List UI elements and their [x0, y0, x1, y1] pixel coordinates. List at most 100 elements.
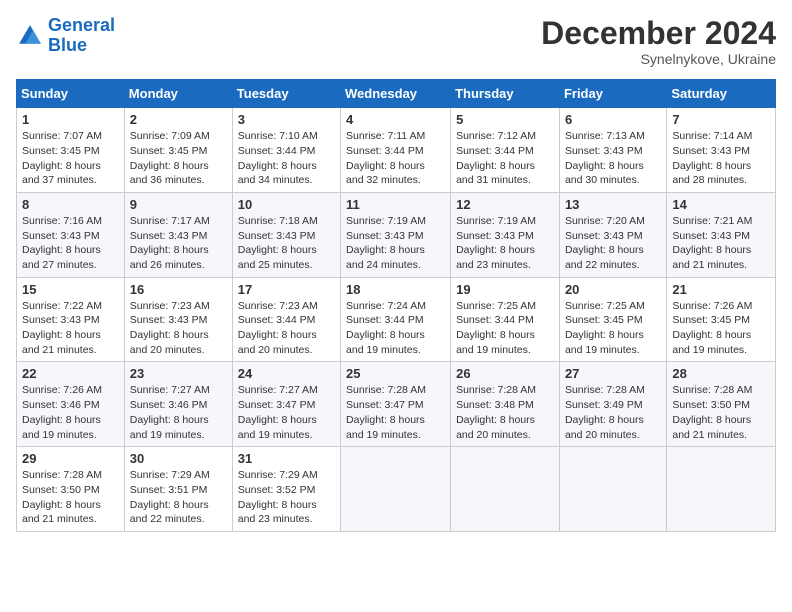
day-number: 10 [238, 197, 335, 212]
calendar-cell: 17Sunrise: 7:23 AMSunset: 3:44 PMDayligh… [232, 277, 340, 362]
day-number: 19 [456, 282, 554, 297]
calendar-cell [667, 447, 776, 532]
calendar-cell: 30 Sunrise: 7:29 AMSunset: 3:51 PMDayligh… [124, 447, 232, 532]
day-info: Sunrise: 7:27 AMSunset: 3:46 PMDaylight:… [130, 383, 227, 442]
calendar-cell: 18Sunrise: 7:24 AMSunset: 3:44 PMDayligh… [341, 277, 451, 362]
calendar-week-row: 8 Sunrise: 7:16 AMSunset: 3:43 PMDaylight… [17, 192, 776, 277]
calendar-cell: 22 Sunrise: 7:26 AMSunset: 3:46 PMDayligh… [17, 362, 125, 447]
day-info: Sunrise: 7:26 AMSunset: 3:45 PMDaylight:… [672, 299, 770, 358]
day-number: 21 [672, 282, 770, 297]
day-info: Sunrise: 7:28 AMSunset: 3:49 PMDaylight:… [565, 383, 661, 442]
day-info: Sunrise: 7:19 AMSunset: 3:43 PMDaylight:… [456, 214, 554, 273]
calendar-cell: 29 Sunrise: 7:28 AMSunset: 3:50 PMDayligh… [17, 447, 125, 532]
day-number: 15 [22, 282, 119, 297]
calendar-cell: 12 Sunrise: 7:19 AMSunset: 3:43 PMDayligh… [451, 192, 560, 277]
calendar-cell: 7Sunrise: 7:14 AMSunset: 3:43 PMDaylight… [667, 108, 776, 193]
calendar-cell: 25 Sunrise: 7:28 AMSunset: 3:47 PMDayligh… [341, 362, 451, 447]
day-info: Sunrise: 7:25 AMSunset: 3:45 PMDaylight:… [565, 299, 661, 358]
calendar-cell [341, 447, 451, 532]
calendar-week-row: 29 Sunrise: 7:28 AMSunset: 3:50 PMDayligh… [17, 447, 776, 532]
calendar-cell: 6 Sunrise: 7:13 AMSunset: 3:43 PMDaylight… [559, 108, 666, 193]
day-number: 24 [238, 366, 335, 381]
logo-text: General Blue [48, 16, 115, 56]
header-wednesday: Wednesday [341, 80, 451, 108]
day-info: Sunrise: 7:24 AMSunset: 3:44 PMDaylight:… [346, 299, 445, 358]
day-info: Sunrise: 7:25 AMSunset: 3:44 PMDaylight:… [456, 299, 554, 358]
day-number: 27 [565, 366, 661, 381]
day-number: 22 [22, 366, 119, 381]
page-header: General Blue December 2024 Synelnykove, … [16, 16, 776, 67]
header-tuesday: Tuesday [232, 80, 340, 108]
calendar-cell: 9 Sunrise: 7:17 AMSunset: 3:43 PMDaylight… [124, 192, 232, 277]
day-number: 13 [565, 197, 661, 212]
day-number: 29 [22, 451, 119, 466]
calendar-cell: 4Sunrise: 7:11 AMSunset: 3:44 PMDaylight… [341, 108, 451, 193]
day-number: 12 [456, 197, 554, 212]
header-thursday: Thursday [451, 80, 560, 108]
day-number: 25 [346, 366, 445, 381]
day-info: Sunrise: 7:26 AMSunset: 3:46 PMDaylight:… [22, 383, 119, 442]
title-block: December 2024 Synelnykove, Ukraine [541, 16, 776, 67]
day-info: Sunrise: 7:28 AMSunset: 3:48 PMDaylight:… [456, 383, 554, 442]
day-number: 6 [565, 112, 661, 127]
header-sunday: Sunday [17, 80, 125, 108]
calendar-cell: 19 Sunrise: 7:25 AMSunset: 3:44 PMDayligh… [451, 277, 560, 362]
calendar-cell [559, 447, 666, 532]
day-number: 9 [130, 197, 227, 212]
day-info: Sunrise: 7:17 AMSunset: 3:43 PMDaylight:… [130, 214, 227, 273]
day-number: 14 [672, 197, 770, 212]
day-number: 3 [238, 112, 335, 127]
day-number: 20 [565, 282, 661, 297]
day-number: 1 [22, 112, 119, 127]
month-title: December 2024 [541, 16, 776, 51]
calendar-cell: 1 Sunrise: 7:07 AMSunset: 3:45 PMDaylight… [17, 108, 125, 193]
day-number: 5 [456, 112, 554, 127]
day-info: Sunrise: 7:10 AMSunset: 3:44 PMDaylight:… [238, 129, 335, 188]
day-info: Sunrise: 7:19 AMSunset: 3:43 PMDaylight:… [346, 214, 445, 273]
calendar-cell: 3 Sunrise: 7:10 AMSunset: 3:44 PMDaylight… [232, 108, 340, 193]
day-info: Sunrise: 7:13 AMSunset: 3:43 PMDaylight:… [565, 129, 661, 188]
day-info: Sunrise: 7:07 AMSunset: 3:45 PMDaylight:… [22, 129, 119, 188]
calendar-cell: 15 Sunrise: 7:22 AMSunset: 3:43 PMDayligh… [17, 277, 125, 362]
logo-icon [16, 22, 44, 50]
calendar-table: SundayMondayTuesdayWednesdayThursdayFrid… [16, 79, 776, 532]
day-number: 26 [456, 366, 554, 381]
day-info: Sunrise: 7:28 AMSunset: 3:47 PMDaylight:… [346, 383, 445, 442]
calendar-cell: 26 Sunrise: 7:28 AMSunset: 3:48 PMDayligh… [451, 362, 560, 447]
day-number: 28 [672, 366, 770, 381]
calendar-cell: 13 Sunrise: 7:20 AMSunset: 3:43 PMDayligh… [559, 192, 666, 277]
logo: General Blue [16, 16, 115, 56]
calendar-cell: 5 Sunrise: 7:12 AMSunset: 3:44 PMDaylight… [451, 108, 560, 193]
day-number: 8 [22, 197, 119, 212]
header-friday: Friday [559, 80, 666, 108]
calendar-cell: 24 Sunrise: 7:27 AMSunset: 3:47 PMDayligh… [232, 362, 340, 447]
calendar-cell: 10 Sunrise: 7:18 AMSunset: 3:43 PMDayligh… [232, 192, 340, 277]
day-info: Sunrise: 7:18 AMSunset: 3:43 PMDaylight:… [238, 214, 335, 273]
day-number: 2 [130, 112, 227, 127]
day-info: Sunrise: 7:14 AMSunset: 3:43 PMDaylight:… [672, 129, 770, 188]
day-number: 16 [130, 282, 227, 297]
day-info: Sunrise: 7:12 AMSunset: 3:44 PMDaylight:… [456, 129, 554, 188]
day-info: Sunrise: 7:29 AMSunset: 3:52 PMDaylight:… [238, 468, 335, 527]
day-info: Sunrise: 7:22 AMSunset: 3:43 PMDaylight:… [22, 299, 119, 358]
day-info: Sunrise: 7:27 AMSunset: 3:47 PMDaylight:… [238, 383, 335, 442]
day-info: Sunrise: 7:29 AMSunset: 3:51 PMDaylight:… [130, 468, 227, 527]
header-saturday: Saturday [667, 80, 776, 108]
day-info: Sunrise: 7:28 AMSunset: 3:50 PMDaylight:… [22, 468, 119, 527]
header-monday: Monday [124, 80, 232, 108]
day-number: 30 [130, 451, 227, 466]
day-info: Sunrise: 7:28 AMSunset: 3:50 PMDaylight:… [672, 383, 770, 442]
day-info: Sunrise: 7:16 AMSunset: 3:43 PMDaylight:… [22, 214, 119, 273]
day-number: 4 [346, 112, 445, 127]
day-info: Sunrise: 7:23 AMSunset: 3:43 PMDaylight:… [130, 299, 227, 358]
calendar-cell [451, 447, 560, 532]
day-number: 31 [238, 451, 335, 466]
day-number: 17 [238, 282, 335, 297]
day-number: 11 [346, 197, 445, 212]
calendar-cell: 23Sunrise: 7:27 AMSunset: 3:46 PMDayligh… [124, 362, 232, 447]
calendar-cell: 21 Sunrise: 7:26 AMSunset: 3:45 PMDayligh… [667, 277, 776, 362]
day-info: Sunrise: 7:20 AMSunset: 3:43 PMDaylight:… [565, 214, 661, 273]
calendar-cell: 14Sunrise: 7:21 AMSunset: 3:43 PMDayligh… [667, 192, 776, 277]
location-subtitle: Synelnykove, Ukraine [541, 51, 776, 67]
calendar-header-row: SundayMondayTuesdayWednesdayThursdayFrid… [17, 80, 776, 108]
